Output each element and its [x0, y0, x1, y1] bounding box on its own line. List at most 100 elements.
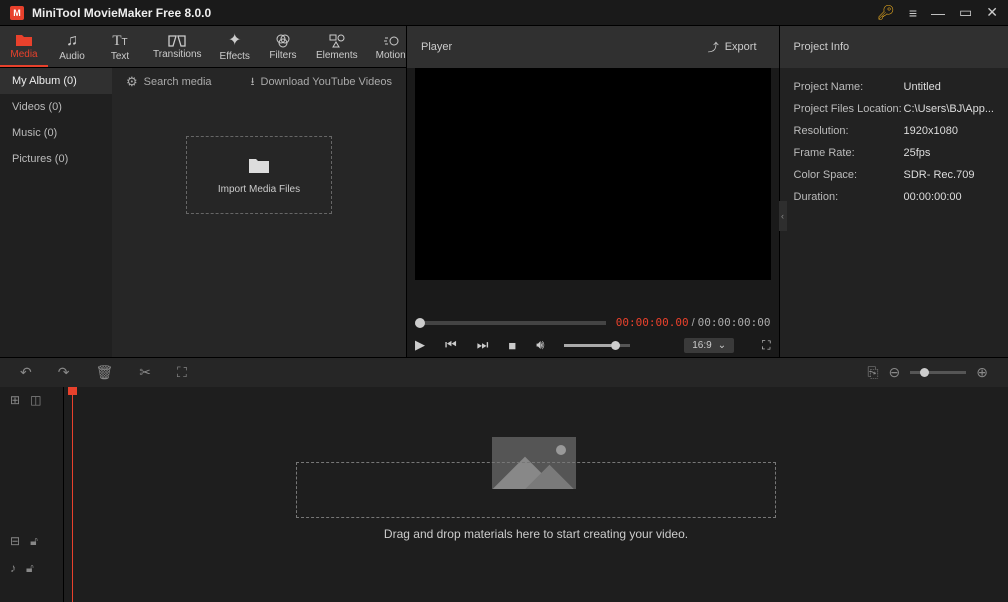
tab-media[interactable]: Media [0, 26, 48, 67]
info-value: SDR- Rec.709 [904, 169, 975, 181]
chevron-down-icon: ⌄ [718, 340, 726, 351]
project-info-panel: ‹ Project Info Project Name:Untitled Pro… [780, 26, 1008, 357]
info-value: C:\Users\BJ\App... [904, 103, 994, 115]
zoom-in-button[interactable]: ⊕ [976, 364, 988, 381]
player-title: Player [421, 41, 452, 53]
search-media[interactable]: ⚙ Search media [126, 74, 212, 90]
seek-slider[interactable] [415, 321, 606, 325]
activate-key-icon[interactable]: 🔑︎ [877, 4, 895, 21]
time-total: 00:00:00:00 [698, 316, 771, 329]
drop-zone[interactable] [296, 462, 776, 518]
folder-icon [15, 33, 33, 47]
sidebar-item-myalbum[interactable]: My Album (0) [0, 68, 112, 94]
timeline-track-headers: ⊞ ◫ ⊟ 🔓︎ ♪ 🔓︎ [0, 387, 64, 602]
info-value: 00:00:00:00 [904, 191, 962, 203]
maximize-button[interactable]: ▭ [959, 4, 972, 21]
fit-timeline-icon[interactable]: ⎘ [867, 364, 878, 381]
search-placeholder: Search media [144, 76, 212, 88]
close-button[interactable]: ✕ [986, 4, 998, 21]
export-icon: ⤴ [708, 39, 719, 55]
drop-hint: Drag and drop materials here to start cr… [64, 527, 1008, 541]
tab-label: Elements [316, 50, 358, 61]
redo-button[interactable]: ↷ [58, 364, 70, 381]
tab-filters[interactable]: Filters [259, 26, 307, 67]
timeline-tracks[interactable]: Drag and drop materials here to start cr… [64, 387, 1008, 602]
tab-label: Filters [269, 50, 296, 61]
tab-label: Effects [220, 51, 250, 62]
folder-icon [248, 156, 270, 174]
time-current: 00:00:00.00 [616, 316, 689, 329]
info-label: Project Name: [794, 81, 904, 93]
effects-icon: ✦ [228, 33, 241, 49]
app-logo: M [10, 6, 24, 20]
lock-icon[interactable]: 🔓︎ [30, 534, 38, 549]
volume-icon[interactable]: 🔊︎ [536, 337, 544, 353]
timeline-toolbar: ↶ ↷ 🗑︎ ✂ ⛶ ⎘ ⊖ ⊕ [0, 357, 1008, 387]
fullscreen-button[interactable]: ⛶ [762, 338, 770, 353]
tab-label: Text [111, 51, 129, 62]
filters-icon [275, 34, 291, 48]
media-panel: Media ♫ Audio TT Text Transitions ✦ Effe… [0, 26, 407, 357]
text-icon: TT [112, 33, 127, 49]
prev-frame-button[interactable]: ⏮ [445, 337, 457, 353]
volume-slider[interactable] [564, 344, 630, 347]
import-label: Import Media Files [218, 184, 300, 195]
add-track-icon[interactable]: ⊞ [10, 393, 20, 407]
next-frame-button[interactable]: ⏭ [477, 337, 489, 353]
project-info-title: Project Info [794, 41, 850, 53]
player-panel: Player ⤴ Export 00:00:00.00 / 00:00:00:0… [407, 26, 780, 357]
media-sidebar: My Album (0) Videos (0) Music (0) Pictur… [0, 68, 112, 357]
stop-button[interactable]: ■ [508, 338, 516, 353]
crop-button[interactable]: ⛶ [177, 364, 187, 381]
info-label: Frame Rate: [794, 147, 904, 159]
info-label: Resolution: [794, 125, 904, 137]
app-title: MiniTool MovieMaker Free 8.0.0 [32, 6, 877, 20]
download-youtube-button[interactable]: ⭳ Download YouTube Videos [251, 73, 392, 92]
aspect-value: 16:9 [692, 340, 711, 351]
tab-label: Transitions [153, 49, 202, 60]
play-button[interactable]: ▶ [415, 337, 425, 353]
info-label: Color Space: [794, 169, 904, 181]
video-track-icon[interactable]: ⊟ [10, 534, 20, 549]
split-button[interactable]: ✂ [139, 364, 151, 381]
info-value: Untitled [904, 81, 941, 93]
collapse-handle[interactable]: ‹ [779, 201, 787, 231]
playhead[interactable] [72, 387, 73, 602]
tab-audio[interactable]: ♫ Audio [48, 26, 96, 67]
tab-label: Motion [376, 50, 406, 61]
timeline: ⊞ ◫ ⊟ 🔓︎ ♪ 🔓︎ Drag and drop materials he… [0, 387, 1008, 602]
gear-icon: ⚙ [126, 74, 138, 90]
zoom-slider[interactable] [910, 371, 966, 374]
download-label: Download YouTube Videos [261, 76, 393, 88]
motion-icon [383, 34, 399, 48]
lock-icon[interactable]: 🔓︎ [26, 561, 34, 576]
info-label: Project Files Location: [794, 103, 904, 115]
audio-track-icon[interactable]: ♪ [10, 561, 16, 576]
tab-text[interactable]: TT Text [96, 26, 144, 67]
export-button[interactable]: ⤴ Export [700, 35, 765, 59]
zoom-out-button[interactable]: ⊖ [889, 364, 901, 381]
menu-icon[interactable]: ≡ [909, 5, 917, 21]
tab-effects[interactable]: ✦ Effects [211, 26, 259, 67]
delete-button[interactable]: 🗑︎ [95, 364, 113, 381]
tab-elements[interactable]: Elements [307, 26, 367, 67]
sidebar-item-videos[interactable]: Videos (0) [0, 94, 112, 120]
preview-screen [415, 68, 771, 280]
tab-transitions[interactable]: Transitions [144, 26, 211, 67]
transitions-icon [168, 35, 186, 47]
info-label: Duration: [794, 191, 904, 203]
elements-icon [329, 34, 345, 48]
export-label: Export [725, 41, 757, 53]
sidebar-item-music[interactable]: Music (0) [0, 120, 112, 146]
tab-label: Audio [59, 51, 85, 62]
minimize-button[interactable]: — [931, 5, 945, 21]
tracks-icon[interactable]: ◫ [30, 393, 41, 407]
undo-button[interactable]: ↶ [20, 364, 32, 381]
music-icon: ♫ [66, 33, 78, 49]
sidebar-item-pictures[interactable]: Pictures (0) [0, 146, 112, 172]
titlebar: M MiniTool MovieMaker Free 8.0.0 🔑︎ ≡ — … [0, 0, 1008, 26]
import-media-button[interactable]: Import Media Files [186, 136, 332, 214]
aspect-ratio-select[interactable]: 16:9 ⌄ [684, 338, 734, 353]
tab-label: Media [10, 49, 37, 60]
download-icon: ⭳ [251, 73, 255, 92]
